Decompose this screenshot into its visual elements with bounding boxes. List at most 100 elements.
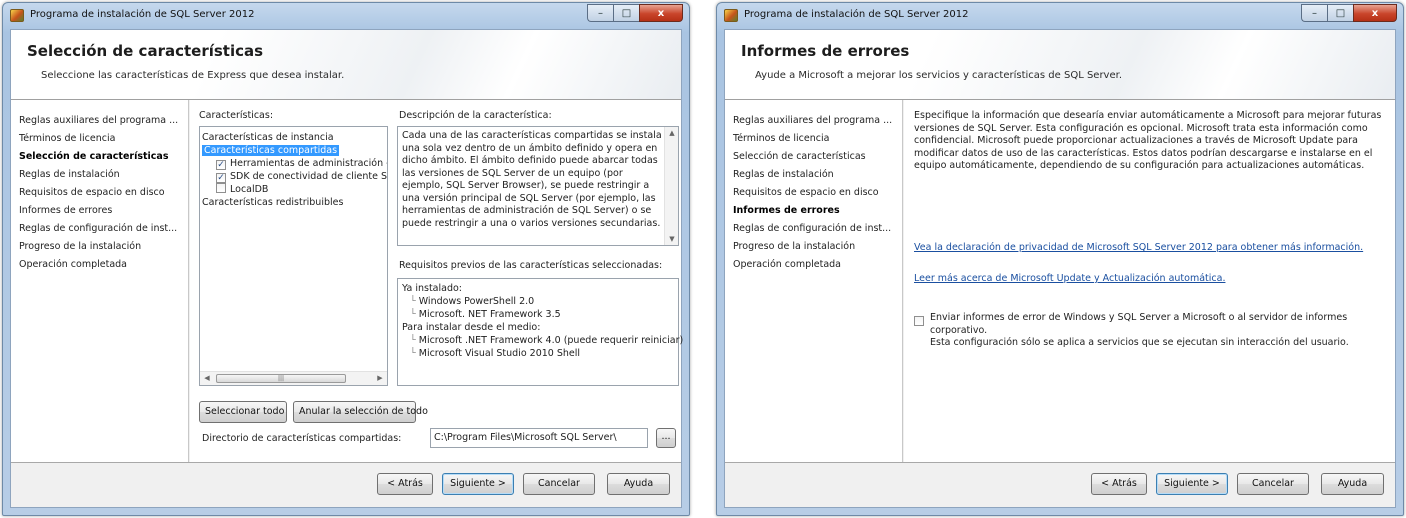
wizard-footer: < Atrás Siguiente > Cancelar Ayuda — [725, 462, 1395, 507]
window-client-area: Informes de errores Ayude a Microsoft a … — [724, 29, 1396, 508]
features-label: Características: — [199, 110, 274, 121]
tree-branch-icon: └ — [410, 348, 419, 359]
prereq-item: └ Microsoft. NET Framework 3.5 — [410, 308, 678, 321]
page-header: Selección de características Seleccione … — [11, 30, 681, 100]
page-subtitle: Seleccione las características de Expres… — [41, 70, 345, 81]
description-scrollbar[interactable]: ▲ ▼ — [664, 127, 678, 245]
prerequisites-label: Requisitos previos de las característica… — [399, 260, 663, 271]
maximize-button[interactable]: □ — [613, 4, 639, 22]
prerequisites-box: Ya instalado: └ Windows PowerShell 2.0 └ … — [397, 278, 683, 386]
unchecked-checkbox-icon[interactable] — [216, 183, 226, 193]
scroll-down-icon[interactable]: ▼ — [665, 235, 678, 243]
title-bar[interactable]: Programa de instalación de SQL Server 20… — [3, 3, 689, 29]
shared-directory-field[interactable]: C:\Program Files\Microsoft SQL Server\ — [430, 428, 648, 448]
step-item: Reglas de instalación — [19, 169, 120, 180]
prereq-item-label: Windows PowerShell 2.0 — [418, 296, 535, 307]
scroll-left-icon[interactable]: ◀ — [200, 374, 214, 382]
step-item: Reglas auxiliares del programa ... — [733, 115, 893, 126]
next-button[interactable]: Siguiente > — [442, 473, 514, 495]
prereq-item-label: Microsoft .NET Framework 4.0 (puede requ… — [418, 335, 684, 346]
scroll-up-icon[interactable]: ▲ — [665, 129, 678, 137]
features-tree[interactable]: Características de instancia Característ… — [199, 126, 388, 386]
scroll-thumb[interactable]: ||| — [216, 374, 346, 383]
step-item: Selección de características — [19, 151, 169, 162]
step-item: Reglas de configuración de inst... — [733, 223, 892, 234]
page-title: Selección de características — [27, 42, 264, 60]
next-button[interactable]: Siguiente > — [1156, 473, 1228, 495]
prereq-item: └ Microsoft Visual Studio 2010 Shell — [410, 347, 678, 360]
send-error-reports-label: Enviar informes de error de Windows y SQ… — [930, 312, 1348, 336]
step-item: Selección de características — [733, 151, 866, 162]
feature-item[interactable]: ✓ Herramientas de administración - B — [216, 157, 387, 170]
tree-node-redistributable-features[interactable]: Características redistribuibles — [202, 196, 387, 209]
privacy-statement-link[interactable]: Vea la declaración de privacidad de Micr… — [914, 242, 1363, 253]
feature-selection-panel: Características: Características de inst… — [190, 100, 683, 462]
minimize-button[interactable]: – — [587, 4, 613, 22]
unselect-all-button[interactable]: Anular la selección de todo — [293, 401, 428, 423]
page-header: Informes de errores Ayude a Microsoft a … — [725, 30, 1395, 100]
feature-item[interactable]: LocalDB — [216, 183, 387, 196]
tree-branch-icon: └ — [410, 296, 419, 307]
feature-item[interactable]: ✓ SDK de conectividad de cliente SQL — [216, 170, 387, 183]
step-item: Operación completada — [733, 259, 841, 270]
step-item: Progreso de la instalación — [19, 241, 142, 252]
prereq-item: └ Windows PowerShell 2.0 — [410, 295, 678, 308]
prereq-item-label: Microsoft Visual Studio 2010 Shell — [418, 348, 581, 359]
error-reporting-intro: Especifique la información que desearía … — [914, 110, 1382, 171]
sql-setup-app-icon — [10, 9, 24, 22]
feature-item-label: SDK de conectividad de cliente SQL — [230, 171, 388, 182]
prereq-to-install-label: Para instalar desde el medio: — [402, 322, 541, 333]
help-button[interactable]: Ayuda — [1321, 473, 1384, 495]
step-item: Reglas de instalación — [733, 169, 834, 180]
title-bar[interactable]: Programa de instalación de SQL Server 20… — [717, 3, 1403, 29]
send-error-reports-note: Esta configuración sólo se aplica a serv… — [930, 337, 1349, 348]
sql-setup-app-icon — [724, 9, 738, 22]
wizard-footer: < Atrás Siguiente > Cancelar Ayuda — [11, 462, 681, 507]
step-navigation: Reglas auxiliares del programa ... Términ… — [11, 100, 189, 462]
step-item: Requisitos de espacio en disco — [733, 187, 879, 198]
shared-directory-label: Directorio de características compartida… — [202, 433, 402, 444]
close-button[interactable]: x — [1353, 4, 1397, 22]
help-button[interactable]: Ayuda — [607, 473, 670, 495]
send-error-reports-checkbox[interactable] — [914, 316, 924, 326]
step-item: Términos de licencia — [19, 133, 116, 144]
prereq-item-label: Microsoft. NET Framework 3.5 — [418, 309, 561, 320]
minimize-button[interactable]: – — [1301, 4, 1327, 22]
window-title: Programa de instalación de SQL Server 20… — [744, 9, 969, 20]
step-item: Reglas auxiliares del programa ... — [19, 115, 179, 126]
description-text: Cada una de las características comparti… — [402, 130, 662, 229]
page-title: Informes de errores — [741, 42, 910, 60]
back-button[interactable]: < Atrás — [1091, 473, 1147, 495]
step-item: Términos de licencia — [733, 133, 830, 144]
tree-node-shared-features[interactable]: Características compartidas — [202, 145, 340, 156]
maximize-button[interactable]: □ — [1327, 4, 1353, 22]
page-subtitle: Ayude a Microsoft a mejorar los servicio… — [755, 70, 1123, 81]
checked-checkbox-icon[interactable]: ✓ — [216, 173, 226, 183]
browse-button[interactable]: ... — [656, 428, 676, 448]
window-client-area: Selección de características Seleccione … — [10, 29, 683, 508]
select-all-button[interactable]: Seleccionar todo — [199, 401, 287, 423]
description-box: Cada una de las características comparti… — [397, 126, 679, 246]
tree-branch-icon: └ — [410, 309, 419, 320]
step-navigation: Reglas auxiliares del programa ... Términ… — [725, 100, 903, 462]
back-button[interactable]: < Atrás — [377, 473, 433, 495]
setup-window-error-reporting: Programa de instalación de SQL Server 20… — [716, 2, 1404, 516]
microsoft-update-link[interactable]: Leer más acerca de Microsoft Update y Ac… — [914, 273, 1225, 284]
feature-item-label: Herramientas de administración - B — [230, 158, 388, 169]
step-item: Progreso de la instalación — [733, 241, 856, 252]
tree-node-instance-features[interactable]: Características de instancia — [202, 131, 387, 144]
prereq-installed-label: Ya instalado: — [402, 283, 462, 294]
step-item: Informes de errores — [19, 205, 113, 216]
scroll-right-icon[interactable]: ▶ — [373, 374, 387, 382]
error-reporting-panel: Especifique la información que desearía … — [904, 100, 1395, 462]
prereq-item: └ Microsoft .NET Framework 4.0 (puede re… — [410, 334, 683, 347]
cancel-button[interactable]: Cancelar — [1237, 473, 1309, 495]
tree-branch-icon: └ — [410, 335, 419, 346]
step-item: Reglas de configuración de inst... — [19, 223, 178, 234]
features-horizontal-scrollbar[interactable]: ◀ ||| ▶ — [200, 371, 387, 385]
description-label: Descripción de la característica: — [399, 110, 552, 121]
close-button[interactable]: x — [639, 4, 683, 22]
checked-checkbox-icon[interactable]: ✓ — [216, 160, 226, 170]
feature-item-label: LocalDB — [230, 184, 269, 195]
cancel-button[interactable]: Cancelar — [523, 473, 595, 495]
